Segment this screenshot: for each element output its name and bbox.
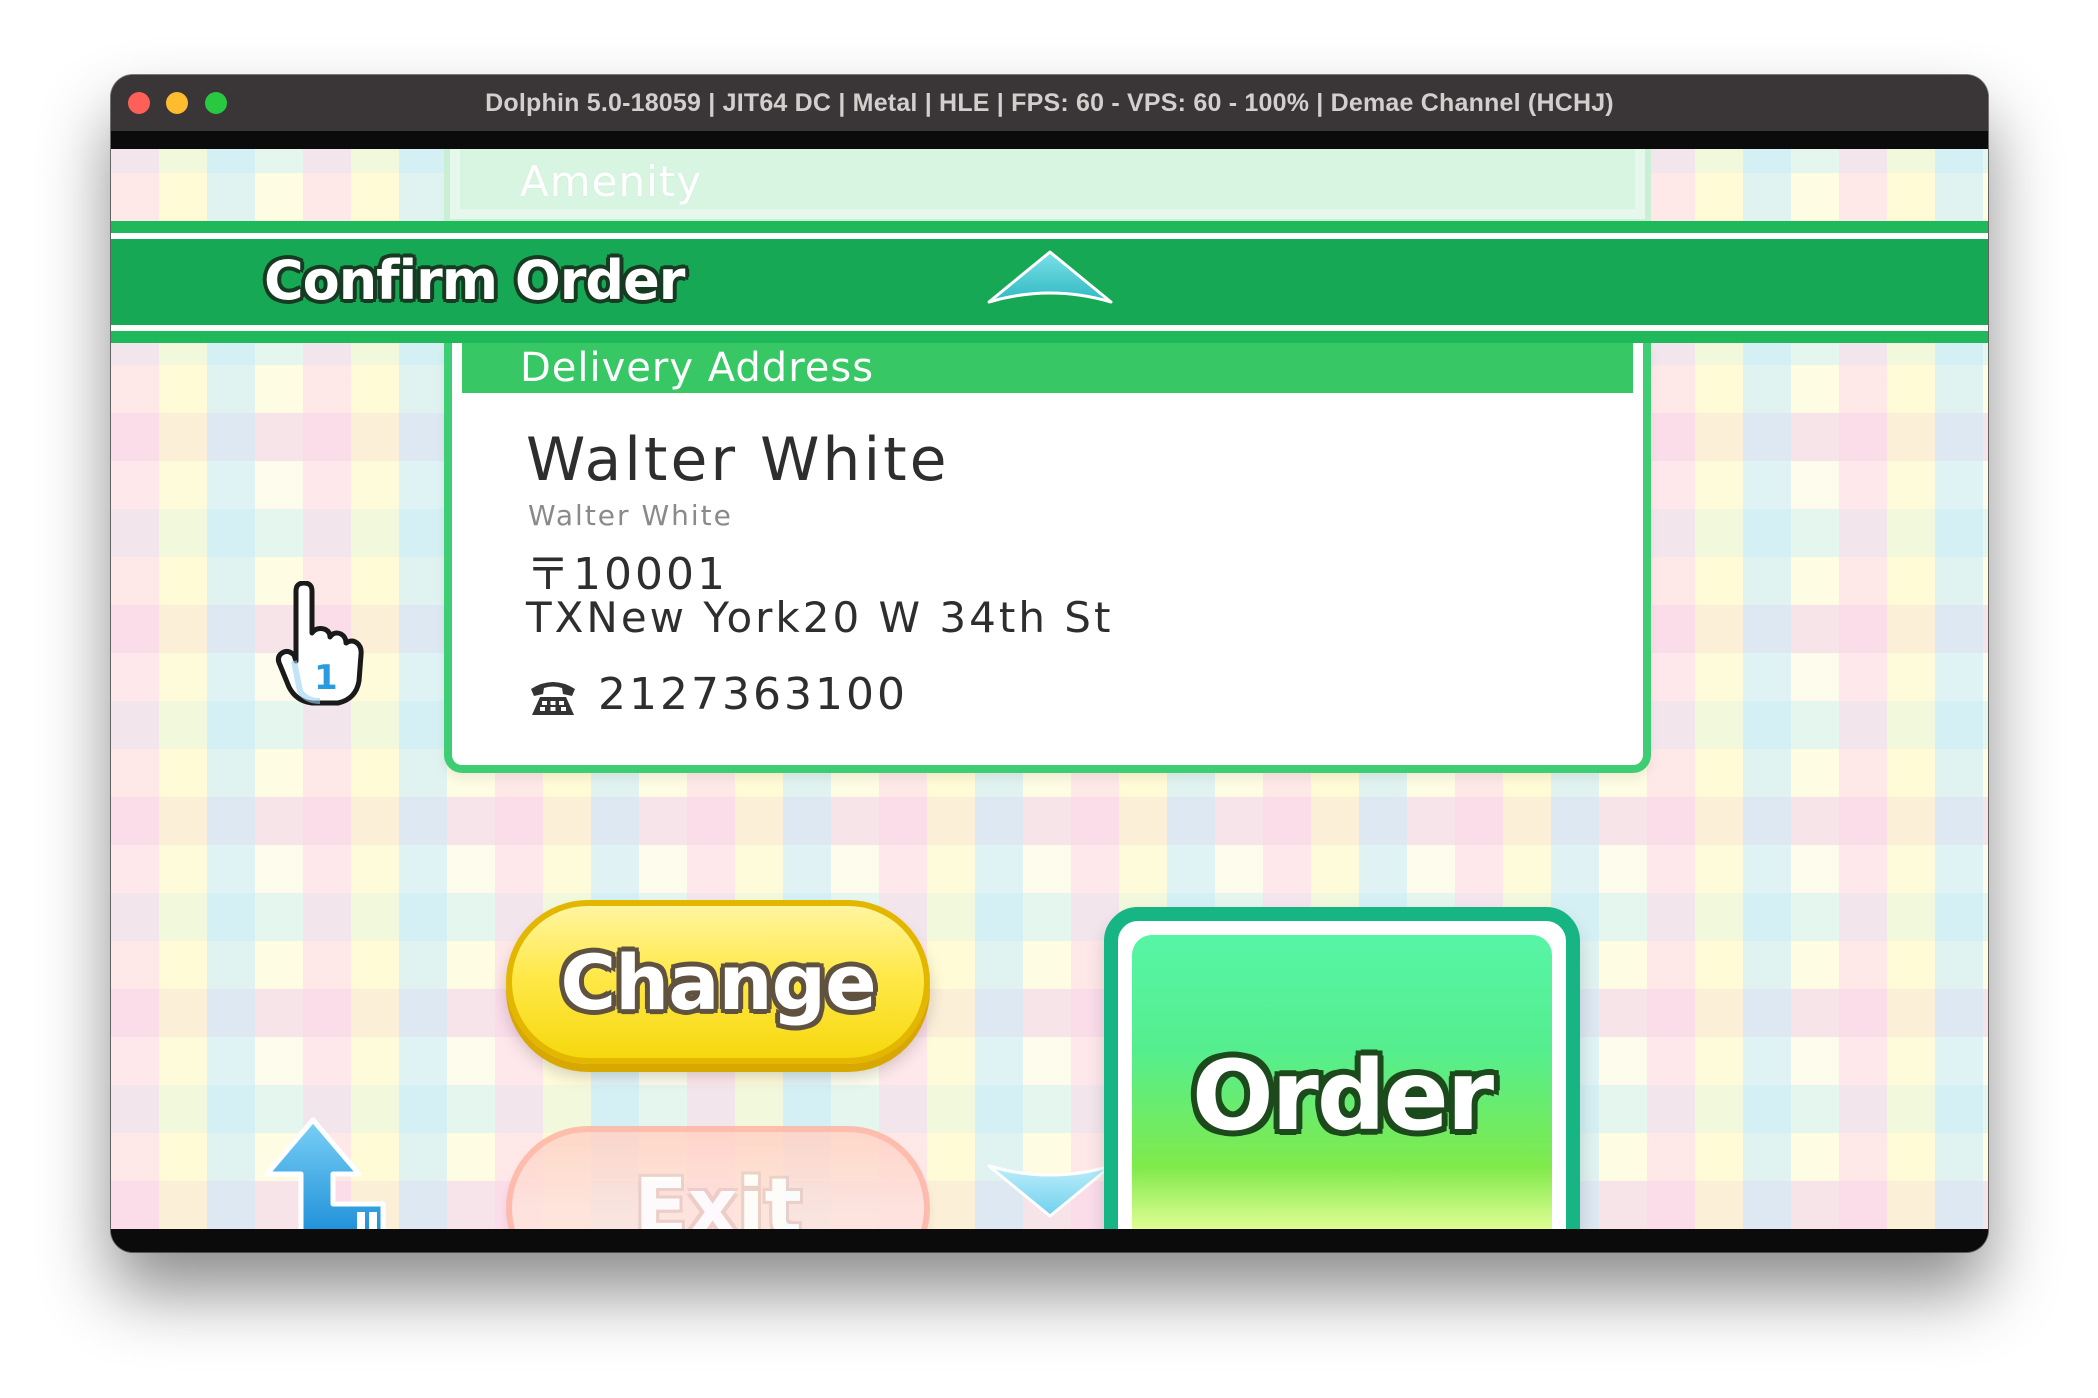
change-button-label: Change xyxy=(560,937,876,1027)
scroll-down-arrow-icon[interactable] xyxy=(985,1154,1115,1226)
change-button[interactable]: Change xyxy=(506,900,930,1064)
page-title: Confirm Order xyxy=(264,249,685,312)
street-address: TXNew York20 W 34th St xyxy=(526,593,1114,642)
amenity-section[interactable]: Amenity xyxy=(444,149,1651,225)
recipient-name-reading: Walter White xyxy=(528,499,733,532)
recipient-name: Walter White xyxy=(526,425,950,495)
phone-number: 2127363100 xyxy=(598,669,908,720)
delivery-address-card: Delivery Address Walter White Walter Whi… xyxy=(444,343,1651,773)
back-arrow-icon[interactable] xyxy=(259,1112,399,1229)
exit-button[interactable]: Exit xyxy=(506,1126,930,1229)
letterbox-top xyxy=(111,131,1988,149)
player-number: 1 xyxy=(314,658,338,698)
order-button-face: Order xyxy=(1132,935,1552,1229)
wii-pointer-hand-icon: 1 xyxy=(274,580,364,715)
order-button-label: Order xyxy=(1191,1040,1494,1152)
order-button[interactable]: Order xyxy=(1104,907,1580,1229)
minimize-window-button[interactable] xyxy=(166,92,188,114)
exit-button-label: Exit xyxy=(634,1163,802,1229)
maximize-window-button[interactable] xyxy=(205,92,227,114)
delivery-address-header: Delivery Address xyxy=(462,343,1633,393)
window-title: Dolphin 5.0-18059 | JIT64 DC | Metal | H… xyxy=(485,88,1614,117)
game-screen: Amenity Confirm Order Delivery Address W… xyxy=(111,149,1988,1229)
scroll-up-arrow-icon[interactable] xyxy=(985,246,1115,318)
close-window-button[interactable] xyxy=(128,92,150,114)
title-bar: Dolphin 5.0-18059 | JIT64 DC | Metal | H… xyxy=(111,75,1988,131)
letterbox-bottom xyxy=(111,1229,1988,1252)
header-stripe xyxy=(111,331,1988,343)
header-stripe xyxy=(111,221,1988,233)
delivery-address-label: Delivery Address xyxy=(520,345,875,391)
amenity-label: Amenity xyxy=(520,157,703,206)
dolphin-window: Dolphin 5.0-18059 | JIT64 DC | Metal | H… xyxy=(111,75,1988,1252)
telephone-icon xyxy=(528,677,578,721)
